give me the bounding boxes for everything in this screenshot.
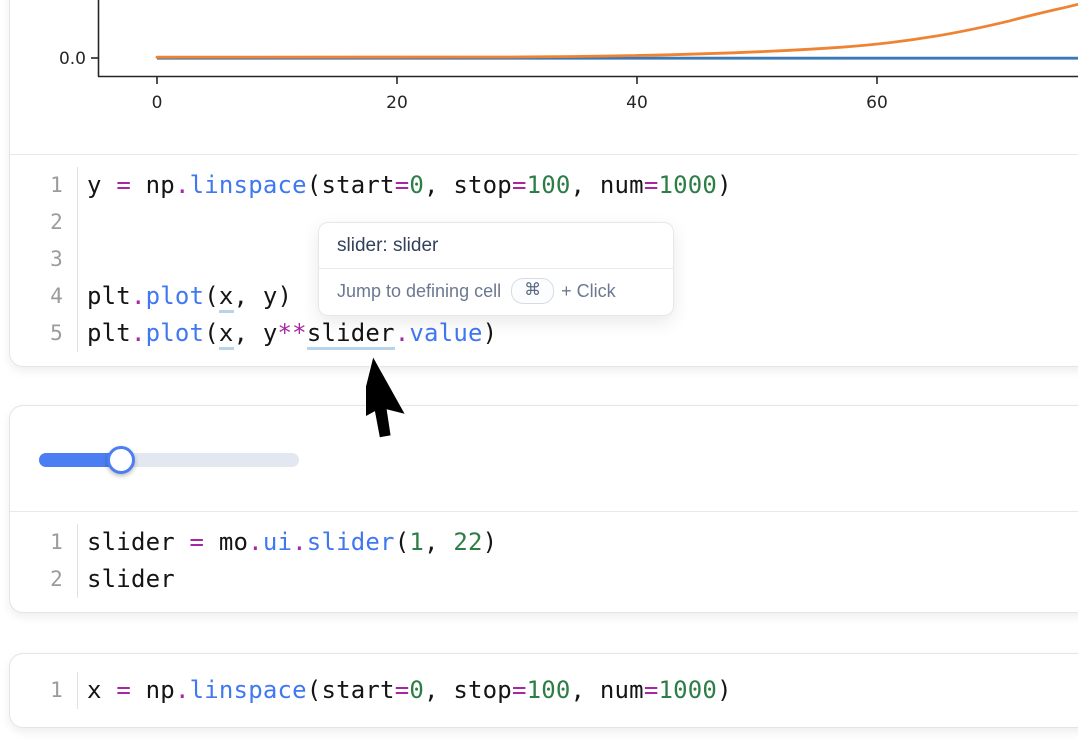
code-line-text: x = np.linspace(start=0, stop=100, num=1… bbox=[78, 672, 732, 709]
code-line-text bbox=[78, 241, 87, 278]
tooltip-click-label: + Click bbox=[561, 281, 616, 302]
tooltip-variable-name: slider: slider bbox=[319, 223, 673, 268]
tooltip-jump-hint: Jump to defining cell ⌘ + Click bbox=[319, 268, 673, 315]
x-tick-label: 40 bbox=[626, 93, 648, 113]
slider-output-area bbox=[10, 406, 1078, 512]
plot-output-area: 0.0 0 20 40 60 bbox=[10, 0, 1078, 155]
notebook-cell-slider: 1slider = mo.ui.slider(1, 22)2slider bbox=[9, 405, 1078, 613]
command-key-icon: ⌘ bbox=[511, 278, 554, 304]
matplotlib-plot: 0.0 0 20 40 60 bbox=[10, 0, 1078, 153]
code-line[interactable]: 1slider = mo.ui.slider(1, 22) bbox=[10, 524, 1078, 561]
code-editor[interactable]: 1x = np.linspace(start=0, stop=100, num=… bbox=[10, 654, 1078, 727]
code-line-text bbox=[78, 204, 87, 241]
code-line[interactable]: 1x = np.linspace(start=0, stop=100, num=… bbox=[10, 672, 1078, 709]
code-line-text: y = np.linspace(start=0, stop=100, num=1… bbox=[78, 167, 732, 204]
code-line-text: plt.plot(x, y) bbox=[78, 278, 292, 315]
mouse-cursor-icon bbox=[366, 352, 456, 452]
orange-series-line bbox=[157, 4, 1078, 57]
code-line[interactable]: 2slider bbox=[10, 561, 1078, 598]
code-line[interactable]: 5plt.plot(x, y**slider.value) bbox=[10, 315, 1078, 352]
line-number: 3 bbox=[10, 241, 78, 278]
line-number: 5 bbox=[10, 315, 78, 352]
y-tick-label: 0.0 bbox=[59, 49, 86, 69]
slider-track[interactable] bbox=[39, 453, 299, 467]
tooltip-action-label: Jump to defining cell bbox=[337, 281, 501, 302]
x-tick-label: 20 bbox=[386, 93, 408, 113]
notebook-cell-x: 1x = np.linspace(start=0, stop=100, num=… bbox=[9, 653, 1078, 728]
code-line-text: plt.plot(x, y**slider.value) bbox=[78, 315, 497, 352]
code-line[interactable]: 1y = np.linspace(start=0, stop=100, num=… bbox=[10, 167, 1078, 204]
code-editor[interactable]: 1slider = mo.ui.slider(1, 22)2slider bbox=[10, 512, 1078, 612]
variable-tooltip: slider: slider Jump to defining cell ⌘ +… bbox=[318, 222, 674, 316]
line-number: 2 bbox=[10, 561, 78, 598]
line-number: 4 bbox=[10, 278, 78, 315]
x-tick-label: 60 bbox=[866, 93, 888, 113]
line-number: 1 bbox=[10, 524, 78, 561]
slider-thumb[interactable] bbox=[107, 446, 135, 474]
code-line-text: slider = mo.ui.slider(1, 22) bbox=[78, 524, 497, 561]
x-tick-label: 0 bbox=[152, 93, 163, 113]
code-line-text: slider bbox=[78, 561, 175, 598]
line-number: 1 bbox=[10, 672, 78, 709]
line-number: 1 bbox=[10, 167, 78, 204]
line-number: 2 bbox=[10, 204, 78, 241]
